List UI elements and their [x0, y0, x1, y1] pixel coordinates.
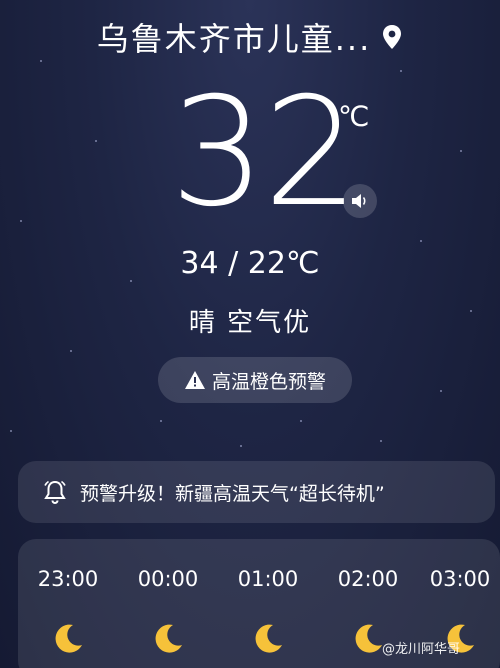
moon-icon [255, 624, 282, 653]
hourly-time: 02:00 [337, 567, 399, 591]
bell-icon [44, 480, 66, 504]
hourly-time: 00:00 [137, 567, 199, 591]
weather-condition: 晴 空气优 [188, 308, 312, 338]
warning-triangle-icon [184, 371, 205, 389]
weather-news-banner[interactable]: 预警升级！新疆高温天气“超长待机” [18, 461, 495, 523]
hourly-time: 23:00 [37, 567, 99, 591]
moon-icon [55, 624, 82, 653]
location-pin-icon[interactable] [381, 24, 403, 50]
alert-label: 高温橙色预警 [211, 370, 326, 393]
hourly-time: 03:00 [429, 567, 491, 591]
weather-alert-badge[interactable]: 高温橙色预警 [158, 357, 352, 403]
news-text: 预警升级！新疆高温天气“超长待机” [80, 482, 385, 505]
watermark-text: @龙川阿华哥 [382, 642, 461, 657]
current-temperature: 32 [170, 66, 359, 240]
location-header[interactable]: 乌鲁木齐市儿童... [0, 14, 500, 60]
hourly-item: 00:00 [128, 567, 208, 655]
location-name: 乌鲁木齐市儿童... [96, 20, 372, 58]
moon-icon [155, 624, 182, 653]
temperature-range: 34 / 22℃ [180, 246, 320, 281]
speaker-icon [352, 194, 366, 208]
moon-icon [355, 624, 382, 653]
watermark: @龙川阿华哥 [382, 638, 460, 657]
temperature-unit: ℃ [338, 100, 370, 133]
current-temperature-block: 32 ℃ [0, 78, 500, 228]
hourly-time: 01:00 [237, 567, 299, 591]
voice-broadcast-button[interactable] [343, 184, 377, 218]
hourly-item: 01:00 [228, 567, 308, 655]
hourly-item: 23:00 [28, 567, 108, 655]
